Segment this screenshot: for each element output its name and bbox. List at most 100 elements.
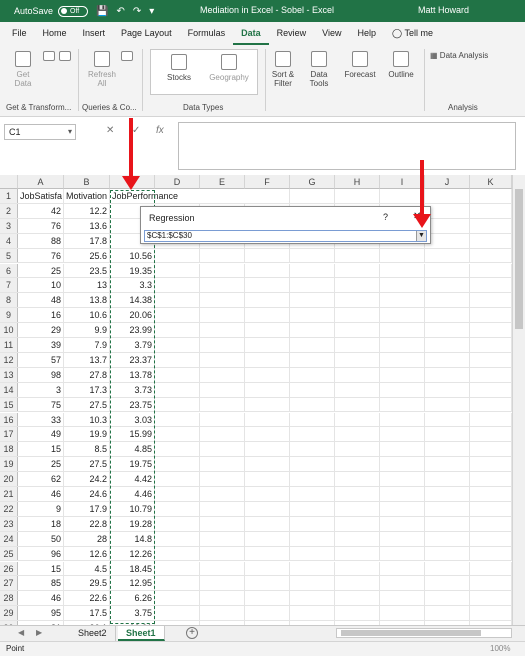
empty-cell[interactable] <box>470 501 512 516</box>
autosave-toggle[interactable]: Off <box>58 5 89 17</box>
column-header-i[interactable]: I <box>380 175 425 189</box>
empty-cell[interactable] <box>425 397 470 412</box>
empty-cell[interactable] <box>245 546 290 561</box>
empty-cell[interactable] <box>290 501 335 516</box>
insert-function-icon[interactable]: fx <box>156 125 164 136</box>
stocks-button[interactable]: Stocks <box>155 54 203 82</box>
empty-cell[interactable] <box>155 248 200 263</box>
empty-cell[interactable] <box>290 397 335 412</box>
empty-cell[interactable] <box>200 323 245 337</box>
empty-cell[interactable] <box>155 412 200 427</box>
row-header[interactable]: 27 <box>0 576 18 591</box>
row-header[interactable]: 1 <box>0 189 18 203</box>
empty-cell[interactable] <box>155 293 200 308</box>
data-cell[interactable]: 12.2 <box>64 203 110 218</box>
header-cell[interactable]: Motivation <box>64 189 110 203</box>
data-cell[interactable]: 13.8 <box>64 293 110 308</box>
tab-help[interactable]: Help <box>350 22 385 45</box>
data-cell[interactable]: 3.03 <box>110 412 155 427</box>
geography-button[interactable]: Geography <box>205 54 253 82</box>
row-header[interactable]: 20 <box>0 472 18 486</box>
empty-cell[interactable] <box>425 323 470 337</box>
data-cell[interactable]: 24.6 <box>64 487 110 501</box>
empty-cell[interactable] <box>425 487 470 501</box>
data-cell[interactable]: 20.06 <box>110 308 155 323</box>
header-cell[interactable]: JobSatisfa <box>18 189 64 203</box>
empty-cell[interactable] <box>425 203 470 218</box>
data-cell[interactable]: 18.45 <box>110 561 155 576</box>
empty-cell[interactable] <box>380 248 425 263</box>
data-cell[interactable]: 10.6 <box>64 308 110 323</box>
select-all-corner[interactable] <box>0 175 18 189</box>
data-cell[interactable]: 4.85 <box>110 442 155 457</box>
empty-cell[interactable] <box>290 323 335 337</box>
empty-cell[interactable] <box>200 367 245 382</box>
empty-cell[interactable] <box>155 606 200 621</box>
column-header-a[interactable]: A <box>18 175 64 189</box>
empty-cell[interactable] <box>380 323 425 337</box>
data-cell[interactable]: 22.6 <box>64 591 110 606</box>
empty-cell[interactable] <box>470 487 512 501</box>
data-cell[interactable]: 18 <box>18 516 64 531</box>
empty-cell[interactable] <box>425 457 470 472</box>
empty-cell[interactable] <box>335 338 380 352</box>
tell-me-search[interactable]: ◯ Tell me <box>384 22 441 45</box>
empty-cell[interactable] <box>425 367 470 382</box>
data-cell[interactable]: 48 <box>18 293 64 308</box>
data-cell[interactable]: 8.5 <box>64 442 110 457</box>
empty-cell[interactable] <box>425 606 470 621</box>
empty-cell[interactable] <box>200 248 245 263</box>
empty-cell[interactable] <box>335 352 380 367</box>
chevron-down-icon[interactable]: ▾ <box>68 127 72 136</box>
empty-cell[interactable] <box>470 457 512 472</box>
empty-cell[interactable] <box>335 457 380 472</box>
empty-cell[interactable] <box>155 308 200 323</box>
empty-cell[interactable] <box>470 531 512 546</box>
empty-cell[interactable] <box>425 308 470 323</box>
column-header-d[interactable]: D <box>155 175 200 189</box>
row-header[interactable]: 29 <box>0 606 18 621</box>
data-cell[interactable]: 28 <box>64 531 110 546</box>
data-cell[interactable]: 76 <box>18 218 64 233</box>
empty-cell[interactable] <box>380 487 425 501</box>
empty-cell[interactable] <box>425 189 470 203</box>
data-cell[interactable]: 3.79 <box>110 338 155 352</box>
empty-cell[interactable] <box>245 457 290 472</box>
row-header[interactable]: 14 <box>0 382 18 397</box>
empty-cell[interactable] <box>335 531 380 546</box>
row-header[interactable]: 5 <box>0 248 18 263</box>
data-cell[interactable]: 12.6 <box>64 546 110 561</box>
from-text-icon[interactable] <box>42 51 56 64</box>
column-header-b[interactable]: B <box>64 175 110 189</box>
forecast-button[interactable]: Forecast <box>342 51 378 79</box>
data-cell[interactable]: 33 <box>18 412 64 427</box>
data-cell[interactable]: 4.42 <box>110 472 155 486</box>
range-input[interactable]: $C$1:$C$30 ▼ <box>144 230 427 242</box>
empty-cell[interactable] <box>290 472 335 486</box>
horizontal-scrollbar[interactable] <box>336 628 512 638</box>
data-cell[interactable]: 98 <box>18 367 64 382</box>
row-header[interactable]: 18 <box>0 442 18 457</box>
data-cell[interactable]: 13.7 <box>64 352 110 367</box>
empty-cell[interactable] <box>290 308 335 323</box>
empty-cell[interactable] <box>380 308 425 323</box>
empty-cell[interactable] <box>290 382 335 397</box>
data-cell[interactable]: 24.2 <box>64 472 110 486</box>
data-cell[interactable]: 15 <box>18 561 64 576</box>
empty-cell[interactable] <box>335 427 380 442</box>
empty-cell[interactable] <box>245 487 290 501</box>
data-cell[interactable]: 12.26 <box>110 546 155 561</box>
empty-cell[interactable] <box>155 367 200 382</box>
tab-insert[interactable]: Insert <box>75 22 114 45</box>
row-header[interactable]: 8 <box>0 293 18 308</box>
redo-icon[interactable]: ↷ <box>133 6 141 17</box>
empty-cell[interactable] <box>245 591 290 606</box>
sheet-tab-sheet2[interactable]: Sheet2 <box>70 626 116 641</box>
data-cell[interactable]: 19.35 <box>110 263 155 278</box>
empty-cell[interactable] <box>290 546 335 561</box>
empty-cell[interactable] <box>335 382 380 397</box>
empty-cell[interactable] <box>155 561 200 576</box>
tab-review[interactable]: Review <box>269 22 315 45</box>
empty-cell[interactable] <box>290 278 335 293</box>
tab-view[interactable]: View <box>314 22 349 45</box>
